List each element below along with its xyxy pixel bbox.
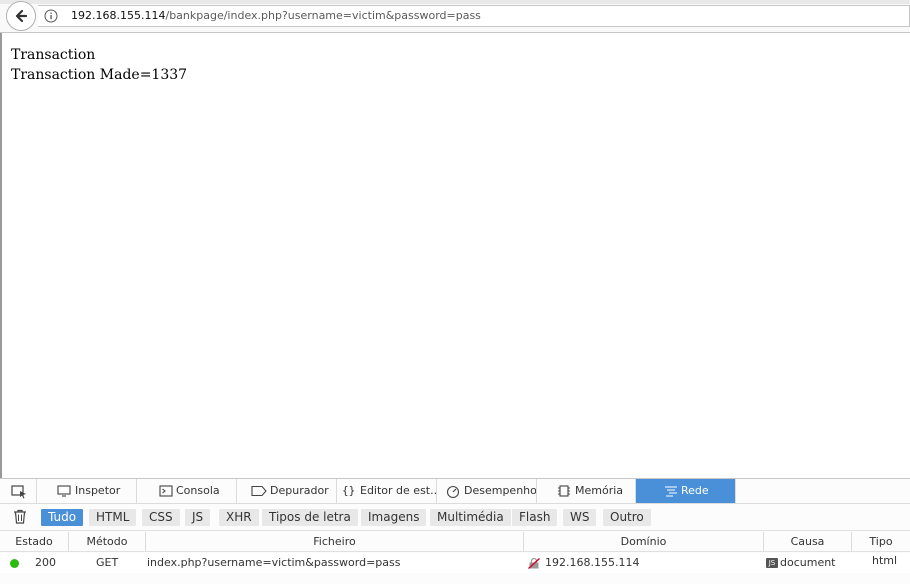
browser-toolbar: 192.168.155.114/bankpage/index.php?usern…	[0, 0, 910, 33]
filter-all[interactable]: Tudo	[41, 509, 84, 526]
filter-html[interactable]: HTML	[89, 509, 137, 526]
trash-icon[interactable]	[13, 509, 27, 524]
tab-label: Desempenho	[464, 484, 537, 497]
style-editor-icon: {}	[342, 484, 356, 497]
network-icon	[665, 486, 677, 497]
page-line-result: Transaction Made=1337	[11, 67, 188, 83]
filter-media[interactable]: Multimédia	[430, 509, 511, 526]
filter-images[interactable]: Imagens	[361, 509, 427, 526]
column-cause[interactable]: Causa	[764, 532, 852, 551]
url-host: 192.168.155.114	[71, 9, 166, 22]
column-status[interactable]: Estado	[0, 532, 69, 551]
tab-label: Inspetor	[75, 484, 121, 497]
page-text: Transaction Transaction Made=1337	[11, 45, 187, 85]
column-file[interactable]: Ficheiro	[146, 532, 524, 551]
column-domain[interactable]: Domínio	[524, 532, 764, 551]
request-method: GET	[96, 556, 119, 569]
tab-memory[interactable]: Memória	[537, 479, 636, 503]
filter-flash[interactable]: Flash	[512, 509, 558, 526]
memory-icon	[558, 485, 570, 497]
column-method[interactable]: Método	[69, 532, 146, 551]
request-type: html	[872, 554, 898, 567]
request-status: 200	[35, 556, 56, 569]
page-line-title: Transaction	[11, 47, 96, 63]
tab-inspector[interactable]: Inspetor	[36, 479, 137, 503]
inspector-icon	[57, 485, 71, 497]
network-filter-bar: Tudo HTML CSS JS XHR Tipos de letra Imag…	[0, 504, 910, 531]
tab-label: Rede	[681, 484, 709, 497]
filter-xhr[interactable]: XHR	[219, 509, 259, 526]
devtools-tab-bar: Inspetor Consola Depurador {} Editor de …	[0, 479, 910, 504]
url-path: /bankpage/index.php?username=victim&pass…	[165, 9, 481, 22]
request-domain: 192.168.155.114	[545, 556, 640, 569]
element-picker-icon	[11, 485, 26, 499]
tab-network[interactable]: Rede	[636, 479, 736, 503]
request-file: index.php?username=victim&password=pass	[147, 556, 401, 569]
url-bar[interactable]: 192.168.155.114/bankpage/index.php?usern…	[38, 5, 910, 27]
filter-other[interactable]: Outro	[603, 509, 651, 526]
column-type[interactable]: Tipo	[852, 532, 910, 551]
tab-label: Depurador	[270, 484, 329, 497]
debugger-icon	[251, 485, 267, 497]
tab-style-editor[interactable]: {} Editor de est...	[337, 479, 437, 503]
site-info-icon[interactable]	[44, 9, 58, 23]
tab-console[interactable]: Consola	[137, 479, 237, 503]
back-arrow-icon	[15, 9, 28, 23]
page-content: Transaction Transaction Made=1337	[0, 33, 910, 478]
filter-js[interactable]: JS	[185, 509, 211, 526]
insecure-connection-icon	[528, 558, 540, 569]
request-table-header: Estado Método Ficheiro Domínio Causa Tip…	[0, 532, 910, 552]
status-dot-icon	[10, 559, 19, 568]
table-row[interactable]: 200 GET index.php?username=victim&passwo…	[0, 553, 910, 573]
performance-icon	[446, 485, 460, 498]
tab-label: Memória	[575, 484, 624, 497]
filter-ws[interactable]: WS	[563, 509, 597, 526]
request-cause: document	[780, 556, 836, 569]
url-text[interactable]: 192.168.155.114/bankpage/index.php?usern…	[71, 9, 481, 22]
tab-performance[interactable]: Desempenho	[437, 479, 537, 503]
filter-fonts[interactable]: Tipos de letra	[262, 509, 358, 526]
back-button[interactable]	[6, 1, 36, 31]
filter-css[interactable]: CSS	[142, 509, 180, 526]
console-icon	[159, 485, 173, 497]
devtools-panel: Inspetor Consola Depurador {} Editor de …	[0, 478, 910, 584]
tab-strip-edge	[0, 0, 910, 4]
tab-label: Editor de est...	[360, 484, 437, 497]
js-cause-icon: JS	[766, 558, 778, 568]
element-picker-button[interactable]	[0, 479, 37, 503]
tab-debugger[interactable]: Depurador	[237, 479, 337, 503]
tab-label: Consola	[176, 484, 220, 497]
